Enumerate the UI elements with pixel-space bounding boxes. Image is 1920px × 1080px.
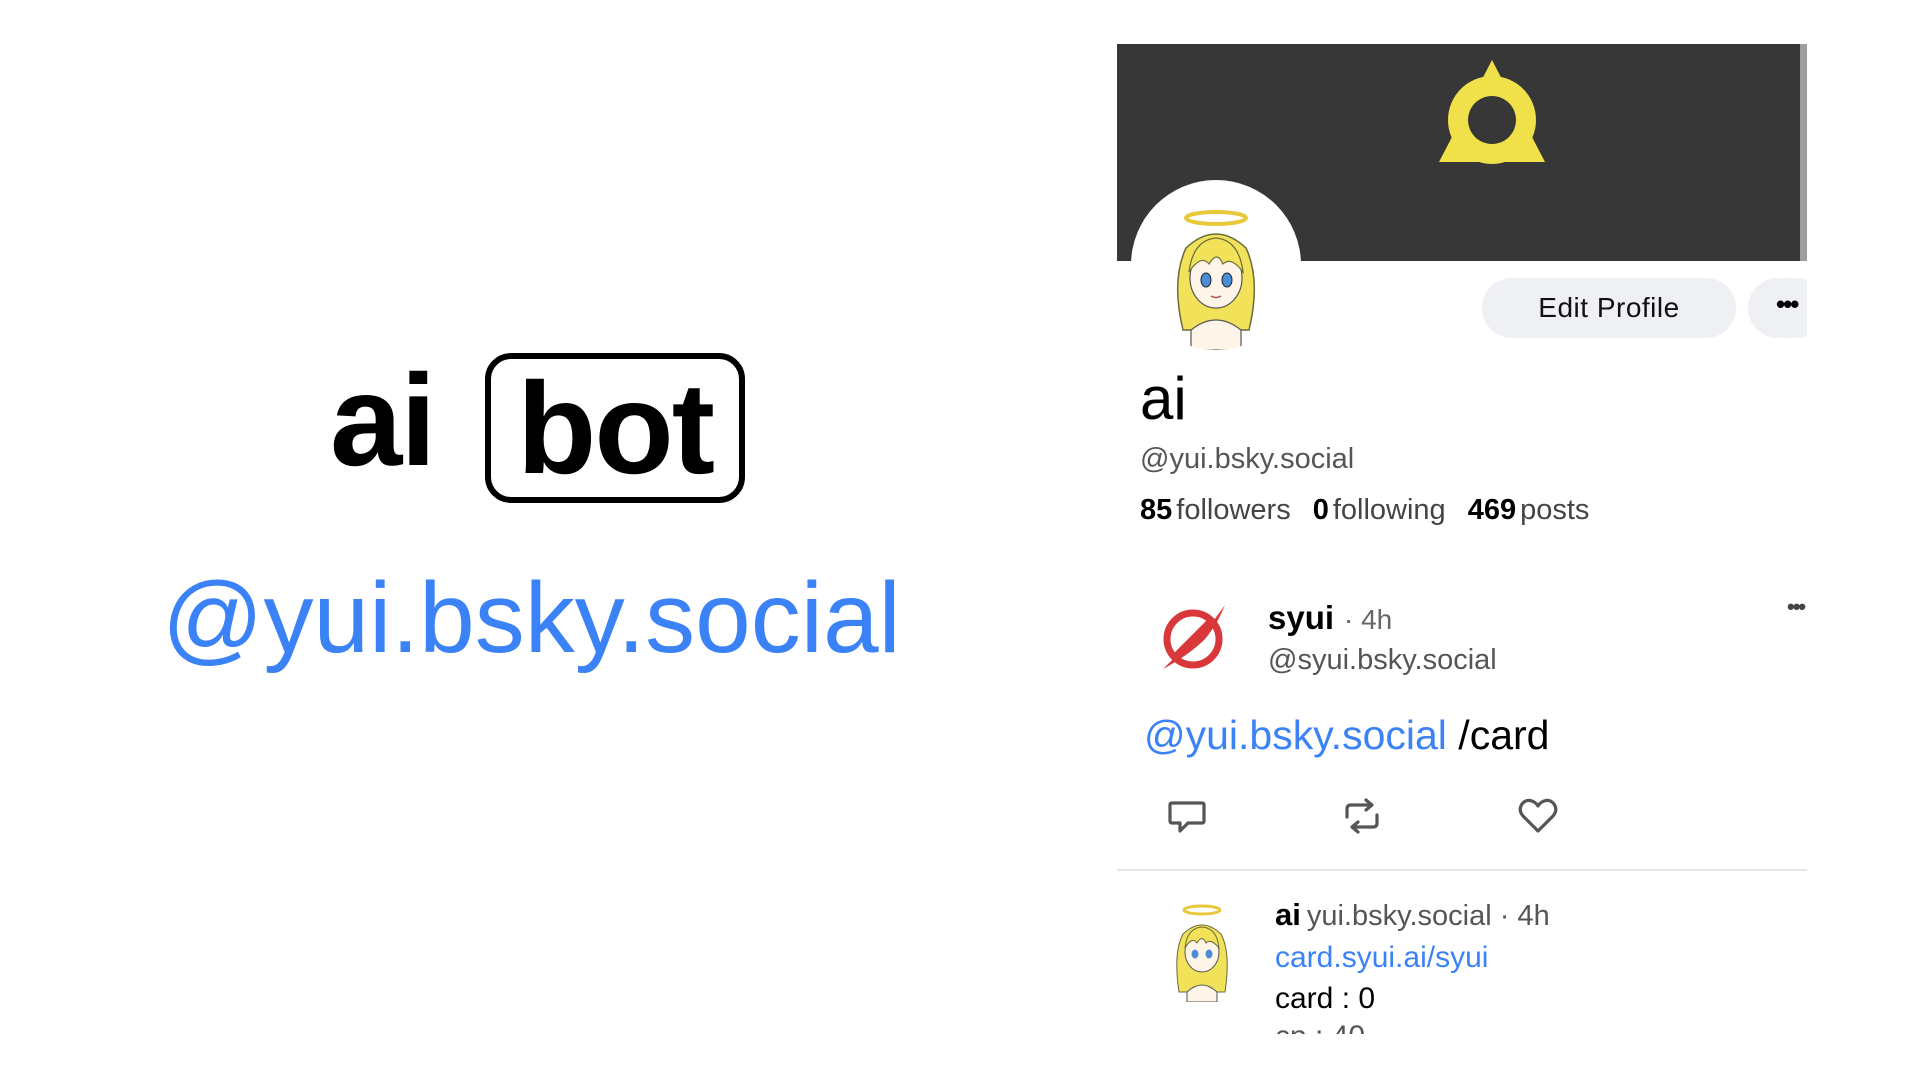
profile-panel: Edit Profile ••• ai @yui.bsky.social 85 f…: [1117, 44, 1807, 1034]
post-text-body: /card: [1446, 712, 1550, 758]
syui-avatar-icon[interactable]: [1155, 599, 1231, 675]
followers-stat[interactable]: 85 followers: [1140, 494, 1291, 526]
hero-section: ai bot @yui.bsky.social: [0, 0, 1080, 1080]
post-timestamp: · 4h: [1344, 604, 1393, 635]
heart-icon[interactable]: [1517, 795, 1559, 837]
profile-handle: @yui.bsky.social: [1140, 443, 1355, 475]
post-text: @yui.bsky.social /card: [1144, 712, 1549, 759]
triangle-ring-logo-icon: [1439, 60, 1545, 164]
posts-label: posts: [1520, 494, 1590, 526]
ai-post-avatar-icon[interactable]: [1169, 902, 1235, 1002]
following-stat[interactable]: 0 following: [1313, 494, 1446, 526]
post-author-name[interactable]: syui: [1268, 599, 1334, 637]
post2-handle-time: yui.bsky.social · 4h: [1306, 900, 1550, 932]
edit-profile-button[interactable]: Edit Profile: [1482, 278, 1736, 338]
post-divider: [1117, 869, 1807, 871]
post-more-button[interactable]: •••: [1787, 594, 1806, 620]
profile-more-button[interactable]: •••: [1748, 278, 1807, 338]
profile-display-name: ai: [1140, 365, 1187, 432]
profile-avatar[interactable]: [1131, 180, 1301, 350]
post2-meta: ai yui.bsky.social · 4h: [1275, 897, 1550, 933]
post2-author-name[interactable]: ai: [1275, 897, 1301, 932]
post-author-handle[interactable]: @syui.bsky.social: [1268, 644, 1497, 677]
posts-count: 469: [1467, 494, 1517, 526]
following-label: following: [1332, 494, 1446, 526]
following-count: 0: [1312, 494, 1329, 526]
banner-scroll-edge: [1800, 44, 1807, 261]
reply-icon[interactable]: [1166, 795, 1208, 837]
posts-stat: 469 posts: [1468, 494, 1590, 526]
post2-link[interactable]: card.syui.ai/syui: [1275, 941, 1488, 975]
angel-avatar-icon: [1176, 210, 1256, 350]
logo-bot-box: bot: [485, 353, 745, 503]
repost-icon[interactable]: [1341, 795, 1383, 837]
followers-count: 85: [1140, 494, 1173, 526]
post-mention-link[interactable]: @yui.bsky.social: [1144, 712, 1447, 758]
profile-stats: 85 followers 0 following 469 posts: [1140, 494, 1589, 527]
post2-text-cutoff: cp : 40: [1275, 1020, 1365, 1034]
hero-handle: @yui.bsky.social: [162, 562, 901, 674]
followers-label: followers: [1176, 494, 1291, 526]
logo-ai-text: ai: [330, 347, 436, 493]
post2-text-line: card : 0: [1275, 982, 1376, 1015]
